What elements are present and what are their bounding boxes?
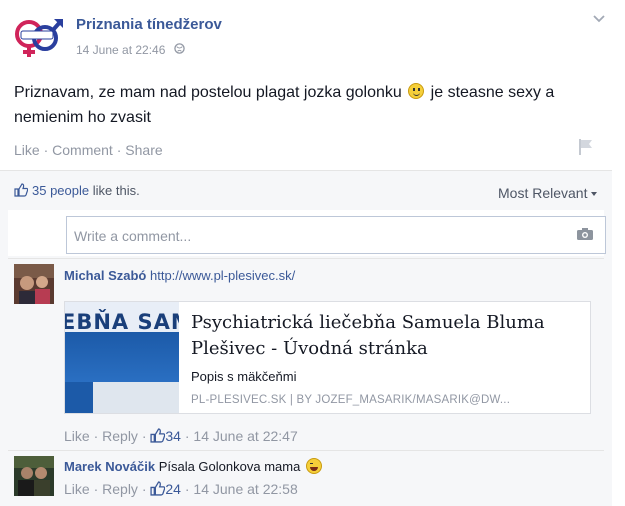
separator: · (43, 142, 49, 158)
thumb-logo-text: EBŇA SAM (65, 310, 179, 334)
sort-dropdown[interactable]: Most Relevant (498, 185, 597, 201)
link-preview-image: EBŇA SAM (65, 302, 179, 413)
link-preview-source: PL-PLESIVEC.SK | BY JOZEF_MASARIK/MASARI… (191, 394, 511, 406)
post-text-part1: Priznavam, ze mam nad postelou plagat jo… (14, 84, 402, 101)
link-preview-card[interactable]: EBŇA SAM Psychiatrická liečebňa Samuela … (64, 301, 591, 414)
avatar[interactable] (14, 456, 54, 496)
likes-suffix: like this. (89, 183, 140, 198)
laughing-emoji-icon (305, 458, 322, 474)
comment-1-line: Michal Szabó http://www.pl-plesivec.sk/ (64, 268, 295, 283)
post-timestamp[interactable]: 14 June at 22:46 (76, 43, 165, 57)
comment-like-link[interactable]: Like (64, 481, 90, 497)
comment-author[interactable]: Marek Nováčik (64, 459, 155, 474)
page-logo-icon[interactable] (12, 16, 64, 60)
thumb-band (65, 332, 179, 382)
comment-timestamp[interactable]: 14 June at 22:47 (193, 428, 297, 444)
comment-text: Písala Golonkova mama (158, 459, 301, 474)
likes-count-link[interactable]: 35 people (32, 183, 89, 198)
link-preview-description: Popis s mäkčeňmi (191, 369, 297, 384)
comment-2-actions: Like · Reply · 24 · 14 June at 22:58 (64, 481, 298, 499)
thumb-band (65, 382, 93, 413)
avatar[interactable] (14, 264, 54, 304)
post-text: Priznavam, ze mam nad postelou plagat jo… (14, 80, 614, 130)
comment-link-text[interactable]: http://www.pl-plesivec.sk/ (150, 268, 295, 283)
comment-reply-link[interactable]: Reply (102, 481, 138, 497)
link-preview-title[interactable]: Psychiatrická liečebňa Samuela Bluma Ple… (191, 310, 581, 362)
comment-author[interactable]: Michal Szabó (64, 268, 146, 283)
flag-icon[interactable] (578, 138, 594, 156)
thumbs-up-icon (150, 481, 166, 499)
comment-like-count[interactable]: 34 (165, 428, 181, 444)
comment-2-line: Marek Nováčik Písala Golonkova mama (64, 458, 322, 474)
divider (8, 258, 604, 259)
smiley-icon (408, 83, 425, 99)
thumbs-up-icon (14, 183, 29, 197)
post-actions: Like · Comment · Share (14, 142, 163, 158)
share-link[interactable]: Share (125, 142, 162, 158)
chevron-down-icon[interactable] (592, 13, 606, 27)
comment-input[interactable]: Write a comment... (66, 216, 606, 254)
likes-summary: 35 people like this. (14, 183, 140, 198)
comment-1-actions: Like · Reply · 34 · 14 June at 22:47 (64, 428, 298, 446)
comment-like-link[interactable]: Like (64, 428, 90, 444)
facebook-post: Priznania tínedžerov 14 June at 22:46 Pr… (0, 0, 625, 506)
comment-link[interactable]: Comment (52, 142, 113, 158)
page-name[interactable]: Priznania tínedžerov (76, 16, 222, 33)
thumbs-up-icon (150, 428, 166, 446)
globe-icon[interactable] (174, 43, 185, 57)
like-link[interactable]: Like (14, 142, 40, 158)
comment-timestamp[interactable]: 14 June at 22:58 (193, 481, 297, 497)
post-meta: 14 June at 22:46 (76, 43, 185, 57)
comment-like-count[interactable]: 24 (165, 481, 181, 497)
comment-reply-link[interactable]: Reply (102, 428, 138, 444)
camera-icon[interactable] (576, 227, 594, 241)
separator: · (116, 142, 122, 158)
divider (8, 450, 604, 451)
